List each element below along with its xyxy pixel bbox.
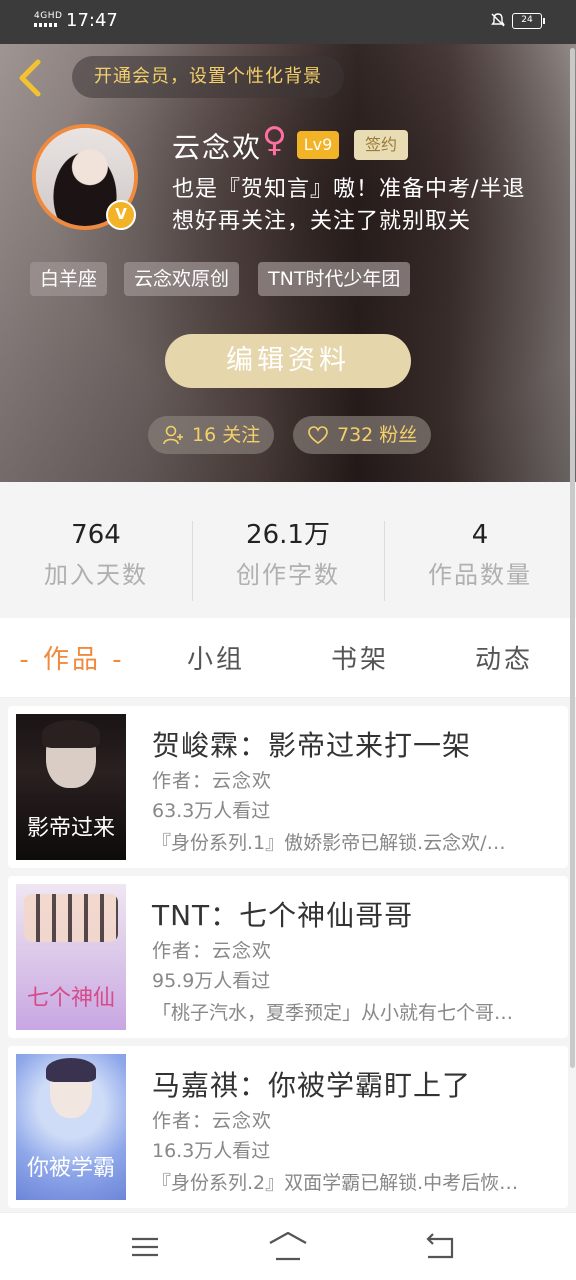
book-title: 贺峻霖：影帝过来打一架 [152, 729, 472, 762]
tag-zodiac[interactable]: 白羊座 [30, 262, 108, 296]
book-cover: 七个神仙 [16, 884, 126, 1030]
home-icon[interactable] [268, 1229, 308, 1265]
chevron-left-icon[interactable] [14, 58, 48, 98]
cover-text: 七个神仙 [26, 986, 115, 1011]
list-item[interactable]: 七个神仙 TNT：七个神仙哥哥 作者：云念欢 95.9万人看过 「桃子汽水，夏季… [8, 876, 568, 1038]
book-author: 作者：云念欢 [152, 940, 273, 962]
stat-label: 作品数量 [428, 560, 532, 589]
book-views: 63.3万人看过 [152, 800, 271, 822]
book-description: 「桃子汽水，夏季预定」从小就有七个哥… [152, 1002, 514, 1024]
followers-count: 732 粉丝 [337, 424, 418, 446]
book-title: 马嘉祺：你被学霸盯上了 [152, 1069, 472, 1102]
network-indicator: 4GHD [34, 11, 62, 27]
works-list: 影帝过来 贺峻霖：影帝过来打一架 作者：云念欢 63.3万人看过 『身份系列.1… [0, 698, 576, 1212]
book-views: 16.3万人看过 [152, 1140, 271, 1162]
profile-stats: 764 加入天数 26.1万 创作字数 4 作品数量 [0, 482, 576, 618]
cover-text: 你被学霸 [26, 1156, 115, 1181]
tab-groups[interactable]: 小组 [144, 639, 288, 676]
return-icon[interactable] [420, 1229, 460, 1265]
following-button[interactable]: 16 关注 [148, 416, 275, 454]
list-item[interactable]: 你被学霸 马嘉祺：你被学霸盯上了 作者：云念欢 16.3万人看过 『身份系列.2… [8, 1046, 568, 1208]
system-navigation-bar [0, 1212, 576, 1280]
stat-value: 764 [71, 519, 121, 550]
network-label: 4GHD [34, 11, 63, 21]
status-bar: 4GHD 17:47 24 [0, 0, 576, 44]
cover-text: 影帝过来 [26, 816, 115, 841]
followers-button[interactable]: 732 粉丝 [293, 416, 432, 454]
scrollbar[interactable] [570, 48, 575, 1068]
stat-days: 764 加入天数 [0, 511, 192, 590]
edit-profile-button[interactable]: 编辑资料 [165, 334, 411, 388]
battery-icon: 24 [512, 13, 545, 29]
tag-group[interactable]: TNT时代少年团 [258, 262, 411, 296]
profile-header: 开通会员，设置个性化背景 V 云念欢 ♀ Lv9 签约 也是『贺知言』嗷！准备中… [0, 44, 576, 482]
book-cover: 你被学霸 [16, 1054, 126, 1200]
book-author: 作者：云念欢 [152, 770, 273, 792]
tag-original[interactable]: 云念欢原创 [124, 262, 240, 296]
book-title: TNT：七个神仙哥哥 [152, 899, 414, 932]
heart-icon [308, 426, 328, 444]
stat-value: 26.1万 [246, 519, 330, 550]
tab-activity[interactable]: 动态 [432, 639, 576, 676]
bio: 也是『贺知言』嗷！准备中考/半退 想好再关注，关注了就别取关 [172, 177, 526, 234]
female-icon: ♀ [262, 120, 287, 160]
verified-badge: V [106, 200, 136, 230]
stat-label: 创作字数 [236, 560, 340, 589]
clock: 17:47 [66, 10, 118, 31]
book-cover: 影帝过来 [16, 714, 126, 860]
stat-words: 26.1万 创作字数 [192, 511, 384, 601]
list-item[interactable]: 影帝过来 贺峻霖：影帝过来打一架 作者：云念欢 63.3万人看过 『身份系列.1… [8, 706, 568, 868]
stat-label: 加入天数 [44, 560, 148, 589]
profile-tabs: - 作品 - 小组 书架 动态 [0, 618, 576, 698]
tab-bookshelf[interactable]: 书架 [288, 639, 432, 676]
stat-value: 4 [471, 519, 489, 550]
add-user-icon [163, 425, 183, 445]
book-description: 『身份系列.2』双面学霸已解锁.中考后恢… [152, 1172, 519, 1194]
stat-works: 4 作品数量 [384, 511, 576, 601]
book-author: 作者：云念欢 [152, 1110, 273, 1132]
signed-badge: 签约 [354, 130, 408, 160]
following-count: 16 关注 [192, 424, 261, 446]
book-description: 『身份系列.1』傲娇影帝已解锁.云念欢/… [152, 832, 506, 854]
username: 云念欢 [172, 131, 263, 164]
level-badge: Lv9 [297, 131, 339, 159]
signal-icon [34, 23, 62, 27]
bell-off-icon [491, 13, 505, 27]
vip-background-button[interactable]: 开通会员，设置个性化背景 [72, 56, 344, 98]
menu-icon[interactable] [124, 1229, 164, 1265]
tab-works[interactable]: - 作品 - [0, 639, 144, 676]
book-views: 95.9万人看过 [152, 970, 271, 992]
